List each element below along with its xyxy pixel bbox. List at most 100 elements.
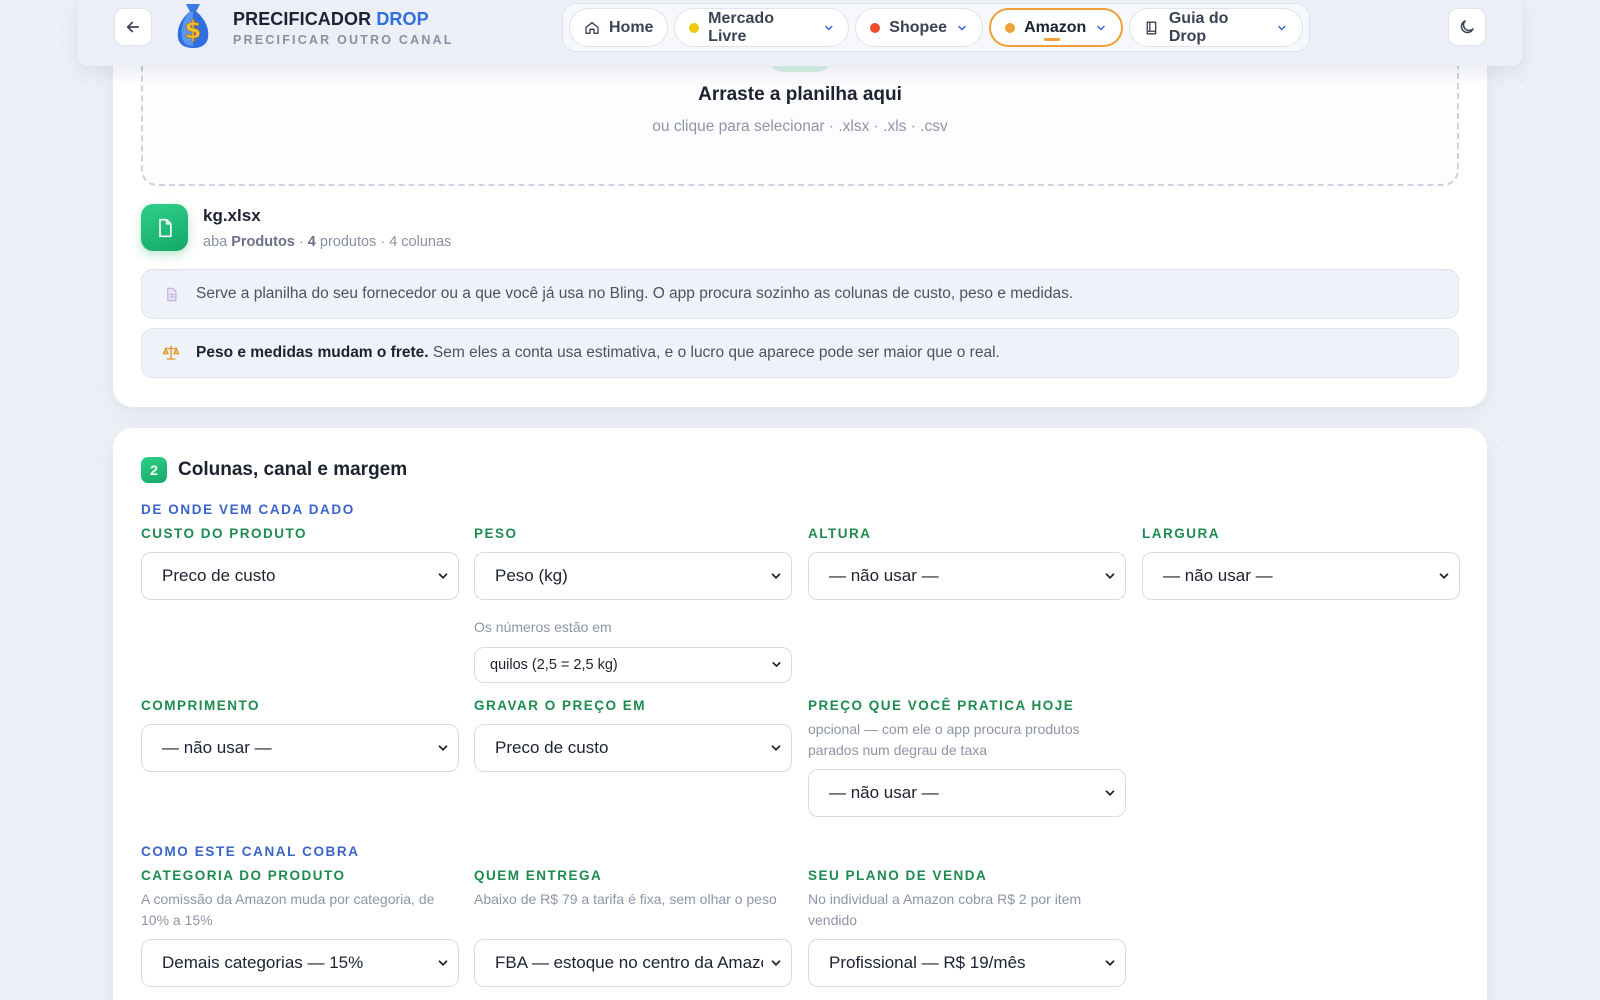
file-meta-prefix: aba <box>203 234 228 250</box>
brand-accent-text: DROP <box>376 9 429 29</box>
file-sheet-name: Produtos <box>231 234 295 250</box>
nav-home-label: Home <box>609 18 654 36</box>
chevron-down-icon <box>438 573 448 579</box>
categoria-select-value: Demais categorias — 15% <box>162 953 364 972</box>
notice-text: Serve a planilha do seu fornecedor ou a … <box>196 285 1074 302</box>
nav-guia-do-drop[interactable]: Guia do Drop <box>1129 8 1303 47</box>
file-name: kg.xlsx <box>203 206 261 225</box>
comprimento-select[interactable]: — não usar — <box>141 724 459 772</box>
entrega-select-value: FBA — estoque no centro da Amazon <box>495 953 763 972</box>
field-label-largura: LARGURA <box>1142 526 1220 541</box>
active-tab-indicator <box>1044 38 1061 41</box>
field-label-gravar: GRAVAR O PREÇO EM <box>474 698 647 713</box>
chevron-down-icon <box>958 25 966 31</box>
chevron-down-icon <box>438 960 448 966</box>
shopee-dot-icon <box>870 22 881 33</box>
arrow-left-icon <box>126 21 140 33</box>
chevron-down-icon <box>771 960 781 966</box>
chevron-down-icon <box>438 745 448 751</box>
peso-select-value: Peso (kg) <box>495 566 568 585</box>
moon-icon <box>1460 20 1474 34</box>
chevron-down-icon <box>1105 573 1115 579</box>
scale-icon <box>162 344 180 362</box>
nav-shopee-label: Shopee <box>889 18 948 36</box>
file-products-count: 4 <box>307 234 316 250</box>
dropzone-title: Arraste a planilha aqui <box>698 84 902 105</box>
field-label-peso: PESO <box>474 526 518 541</box>
chevron-down-icon <box>1439 573 1449 579</box>
preco-hoje-help: opcional — com ele o app procura produto… <box>808 721 1080 758</box>
peso-unit-select[interactable]: quilos (2,5 = 2,5 kg) <box>474 647 792 683</box>
svg-text:$: $ <box>185 16 202 44</box>
field-label-plano: SEU PLANO DE VENDA <box>808 868 988 883</box>
altura-select[interactable]: — não usar — <box>808 552 1126 600</box>
plano-select-value: Profissional — R$ 19/mês <box>829 953 1026 972</box>
comprimento-select-value: — não usar — <box>162 738 272 757</box>
field-label-custo: CUSTO DO PRODUTO <box>141 526 308 541</box>
back-button[interactable] <box>114 8 152 46</box>
field-label-comprimento: COMPRIMENTO <box>141 698 261 713</box>
file-meta: aba Produtos · 4 produtos · 4 colunas <box>203 234 452 250</box>
largura-select[interactable]: — não usar — <box>1142 552 1460 600</box>
nav-amazon-label: Amazon <box>1024 18 1087 36</box>
top-header: $ PRECIFICADOR DROP PRECIFICAR OUTRO CAN… <box>78 0 1522 66</box>
step-number-badge: 2 <box>141 457 167 483</box>
nav-mercado-livre[interactable]: Mercado Livre <box>674 8 850 47</box>
columns-card: 2 Colunas, canal e margem DE ONDE VEM CA… <box>113 428 1487 1000</box>
home-icon <box>585 21 599 34</box>
nav-guia-label: Guia do Drop <box>1168 9 1229 45</box>
field-label-preco-hoje: PREÇO QUE VOCÊ PRATICA HOJE <box>808 698 1075 713</box>
mercado-livre-dot-icon <box>689 22 700 33</box>
categoria-select[interactable]: Demais categorias — 15% <box>141 939 459 987</box>
amazon-dot-icon <box>1005 22 1016 33</box>
chevron-down-icon <box>772 662 781 668</box>
largura-select-value: — não usar — <box>1163 566 1273 585</box>
chevron-down-icon <box>1278 25 1286 30</box>
peso-unit-help: Os números estão em <box>474 619 612 635</box>
nav-home[interactable]: Home <box>569 8 669 47</box>
weight-notice: Peso e medidas mudam o frete. Sem eles a… <box>141 328 1459 378</box>
dropzone-subtitle: ou clique para selecionar · .xlsx · .xls… <box>652 118 948 135</box>
section-label-source: DE ONDE VEM CADA DADO <box>141 502 355 517</box>
gravar-select[interactable]: Preco de custo <box>474 724 792 772</box>
notice-bold-text: Peso e medidas mudam o frete. <box>196 344 429 361</box>
document-icon <box>162 286 180 303</box>
theme-toggle-button[interactable] <box>1448 8 1486 46</box>
money-bag-logo-icon: $ <box>177 4 209 48</box>
chevron-down-icon <box>1097 25 1106 31</box>
custo-select-value: Preco de custo <box>162 566 276 585</box>
field-label-altura: ALTURA <box>808 526 872 541</box>
categoria-help: A comissão da Amazon muda por categoria,… <box>141 891 435 928</box>
peso-select[interactable]: Peso (kg) <box>474 552 792 600</box>
chevron-down-icon <box>1105 960 1115 966</box>
peso-unit-value: quilos (2,5 = 2,5 kg) <box>490 657 618 673</box>
custo-select[interactable]: Preco de custo <box>141 552 459 600</box>
preco-hoje-select-value: — não usar — <box>829 783 939 802</box>
field-label-entrega: QUEM ENTREGA <box>474 868 603 883</box>
entrega-select[interactable]: FBA — estoque no centro da Amazon <box>474 939 792 987</box>
field-label-categoria: CATEGORIA DO PRODUTO <box>141 868 346 883</box>
chevron-down-icon <box>771 573 781 579</box>
chevron-down-icon <box>1105 790 1115 796</box>
file-products-label: produtos · 4 colunas <box>319 234 452 250</box>
plano-select[interactable]: Profissional — R$ 19/mês <box>808 939 1126 987</box>
nav-shopee[interactable]: Shopee <box>855 8 984 47</box>
gravar-select-value: Preco de custo <box>495 738 609 757</box>
entrega-help: Abaixo de R$ 79 a tarifa é fixa, sem olh… <box>474 891 777 907</box>
brand-title: PRECIFICADOR DROP <box>233 9 429 30</box>
chevron-down-icon <box>824 25 833 30</box>
section-label-channel: COMO ESTE CANAL COBRA <box>141 844 360 859</box>
preco-hoje-select[interactable]: — não usar — <box>808 769 1126 817</box>
plano-help: No individual a Amazon cobra R$ 2 por it… <box>808 891 1082 928</box>
chevron-down-icon <box>771 745 781 751</box>
notice-text: Sem eles a conta usa estimativa, e o luc… <box>432 344 1000 361</box>
nav-amazon[interactable]: Amazon <box>989 8 1124 47</box>
altura-select-value: — não usar — <box>829 566 939 585</box>
channel-nav: Home Mercado Livre Shopee Amazon Guia do… <box>562 3 1310 52</box>
supplier-sheet-notice: Serve a planilha do seu fornecedor ou a … <box>141 269 1459 319</box>
brand-main-text: PRECIFICADOR <box>233 9 372 29</box>
book-icon <box>1146 21 1157 34</box>
brand-subtitle: PRECIFICAR OUTRO CANAL <box>233 33 454 47</box>
step-title: Colunas, canal e margem <box>178 459 408 480</box>
file-icon <box>141 204 188 251</box>
